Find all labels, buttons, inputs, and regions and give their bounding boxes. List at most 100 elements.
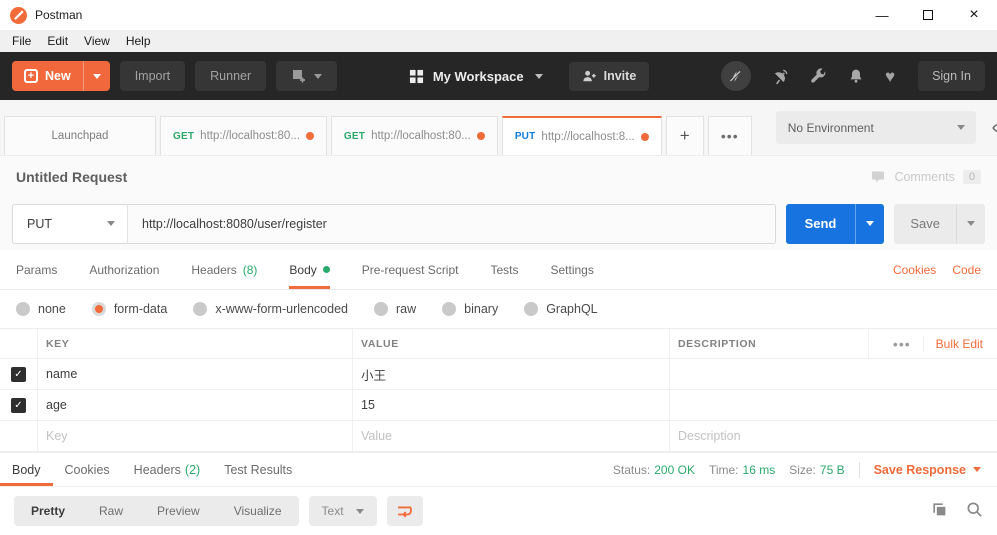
runner-button[interactable]: Runner	[195, 61, 267, 91]
method-select[interactable]: PUT	[13, 204, 128, 243]
sync-off-button[interactable]	[720, 61, 751, 91]
unsaved-dot-icon	[640, 132, 649, 141]
request-name-row: Untitled Request Comments 0	[0, 155, 997, 197]
url-input[interactable]: http://localhost:8080/user/register	[128, 204, 775, 243]
description-cell-placeholder[interactable]: Description	[670, 421, 997, 451]
search-response-button[interactable]	[966, 501, 983, 521]
new-window-icon	[293, 70, 306, 83]
save-response-button[interactable]: Save Response	[874, 463, 981, 477]
response-tab-body[interactable]: Body	[0, 453, 53, 486]
time-value: 16 ms	[742, 462, 776, 477]
header-select-cell	[0, 329, 38, 358]
save-label: Save	[910, 216, 940, 231]
word-wrap-button[interactable]	[386, 496, 423, 526]
environment-quicklook-button[interactable]	[991, 119, 997, 137]
response-tab-test-results[interactable]: Test Results	[212, 453, 304, 486]
body-type-binary[interactable]: binary	[442, 302, 498, 316]
view-mode-preview[interactable]: Preview	[140, 496, 217, 526]
invite-label: Invite	[603, 69, 637, 83]
minimize-button[interactable]: —	[859, 0, 905, 30]
app-title: Postman	[35, 8, 83, 22]
send-label: Send	[804, 216, 837, 231]
tab-tests[interactable]: Tests	[490, 250, 518, 289]
format-select[interactable]: Text	[308, 496, 377, 526]
body-type-raw[interactable]: raw	[374, 302, 416, 316]
tab-body[interactable]: Body	[289, 250, 330, 289]
bulk-edit-link[interactable]: Bulk Edit	[922, 335, 983, 352]
key-cell[interactable]: age	[38, 390, 353, 420]
code-link[interactable]: Code	[952, 263, 981, 277]
view-mode-visualize[interactable]: Visualize	[217, 496, 299, 526]
size-label: Size:	[789, 462, 816, 477]
description-cell[interactable]	[670, 359, 997, 389]
copy-response-button[interactable]	[931, 501, 948, 521]
body-type-none[interactable]: none	[16, 302, 66, 316]
menu-help[interactable]: Help	[118, 34, 159, 48]
value-cell[interactable]: 15	[353, 390, 670, 420]
favorites-heart-button[interactable]: ♥	[885, 68, 895, 85]
maximize-button[interactable]	[905, 0, 951, 30]
postman-window: Postman — × File Edit View Help + New Imp…	[0, 0, 997, 535]
value-cell[interactable]: 小王	[353, 359, 670, 389]
save-button[interactable]: Save	[894, 203, 985, 244]
response-tab-headers[interactable]: Headers (2)	[122, 453, 213, 486]
divider	[858, 461, 860, 478]
table-options-button[interactable]: •••	[893, 336, 911, 352]
new-dropdown-caret[interactable]	[82, 61, 110, 91]
row-checkbox-checked[interactable]: ✓	[11, 397, 26, 413]
request-name[interactable]: Untitled Request	[16, 169, 127, 185]
tab-pre-request-script[interactable]: Pre-request Script	[362, 250, 459, 289]
response-tab-cookies[interactable]: Cookies	[53, 453, 122, 486]
main-toolbar: + New Import Runner My Workspace Invite …	[0, 52, 997, 100]
notifications-button[interactable]	[848, 68, 864, 84]
view-mode-pretty[interactable]: Pretty	[14, 496, 82, 526]
tab-label: Headers	[191, 262, 237, 277]
tab-title: http://localhost:8...	[541, 130, 635, 143]
cookies-link[interactable]: Cookies	[893, 263, 936, 277]
tab-method: PUT	[514, 131, 536, 142]
tab-headers[interactable]: Headers (8)	[191, 250, 257, 289]
radio-selected-icon	[91, 302, 106, 316]
value-cell-placeholder[interactable]: Value	[353, 421, 670, 451]
save-dropdown-caret[interactable]	[956, 203, 985, 244]
invite-button[interactable]: Invite	[568, 61, 650, 91]
window-controls: — ×	[859, 0, 997, 30]
body-type-x-www-form-urlencoded[interactable]: x-www-form-urlencoded	[193, 302, 348, 316]
key-cell-placeholder[interactable]: Key	[38, 421, 353, 451]
tab-authorization[interactable]: Authorization	[89, 250, 159, 289]
new-window-button[interactable]	[276, 61, 338, 91]
sign-in-button[interactable]: Sign In	[918, 61, 985, 91]
new-button[interactable]: + New	[12, 61, 110, 91]
body-type-graphql[interactable]: GraphQL	[524, 302, 598, 316]
send-button[interactable]: Send	[785, 203, 885, 244]
settings-wrench-button[interactable]	[810, 67, 827, 85]
radio-icon	[374, 302, 388, 316]
row-select-cell: ✓	[0, 390, 38, 420]
tab-settings[interactable]: Settings	[551, 250, 594, 289]
tab-launchpad[interactable]: Launchpad	[4, 116, 156, 155]
menu-file[interactable]: File	[4, 34, 39, 48]
satellite-button[interactable]	[772, 68, 789, 85]
tab-title: Launchpad	[51, 130, 109, 142]
menu-view[interactable]: View	[76, 34, 118, 48]
tab-request-2[interactable]: GET http://localhost:80...	[330, 116, 498, 155]
environment-select[interactable]: No Environment	[775, 111, 976, 144]
new-tab-button[interactable]: +	[665, 116, 704, 155]
tab-params[interactable]: Params	[16, 250, 57, 289]
body-type-form-data-selected[interactable]: form-data	[91, 302, 167, 316]
description-cell[interactable]	[670, 390, 997, 420]
send-dropdown-caret[interactable]	[855, 203, 884, 244]
workspace-switcher[interactable]: My Workspace	[409, 69, 543, 84]
close-button[interactable]: ×	[951, 0, 997, 30]
tab-request-1[interactable]: GET http://localhost:80...	[160, 116, 327, 155]
tab-request-3-active[interactable]: PUT http://localhost:8...	[501, 116, 662, 155]
key-cell[interactable]: name	[38, 359, 353, 389]
view-mode-raw[interactable]: Raw	[82, 496, 140, 526]
tab-options-button[interactable]: •••	[707, 116, 752, 155]
request-links: Cookies Code	[893, 250, 981, 289]
header-key: KEY	[38, 329, 353, 358]
import-button[interactable]: Import	[119, 61, 186, 91]
row-checkbox-checked[interactable]: ✓	[11, 366, 26, 382]
menu-edit[interactable]: Edit	[39, 34, 76, 48]
comments-button[interactable]: Comments 0	[870, 169, 981, 185]
